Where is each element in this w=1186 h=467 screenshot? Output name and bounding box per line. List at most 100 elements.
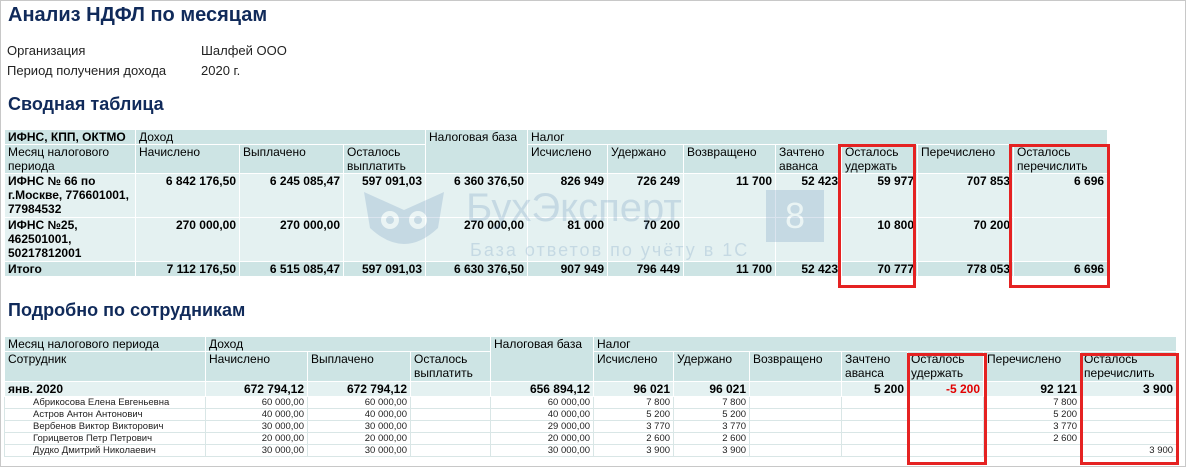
col-left-withhold-header: Осталось удержать (841, 144, 919, 174)
cell-withheld: 70 200 (607, 217, 685, 262)
col-returned-header: Возвращено (683, 144, 777, 174)
cell-calculated: 2 600 (593, 432, 675, 445)
cell-left-transfer (1080, 432, 1178, 445)
cell-calculated: 81 000 (527, 217, 609, 262)
cell-tax-base: 6 360 376,50 (425, 173, 529, 218)
cell-transferred: 2 600 (983, 432, 1082, 445)
month-row[interactable]: янв. 2020 672 794,12 672 794,12 656 894,… (4, 381, 1178, 397)
table-row[interactable]: ИФНС № 66 по г.Москве, 776601001, 779845… (4, 173, 1109, 218)
col-calculated-header: Исчислено (593, 351, 675, 382)
cell-paid: 40 000,00 (307, 408, 411, 421)
cell-calculated: 3 770 (593, 420, 675, 433)
col-transferred-header: Перечислено (983, 351, 1082, 382)
org-label: Организация (7, 43, 86, 58)
cell-tax-base: 30 000,00 (490, 444, 595, 457)
total-row[interactable]: Итого 7 112 176,50 6 515 085,47 597 091,… (4, 261, 1109, 277)
cell-withheld: 2 600 (673, 432, 751, 445)
cell-transferred: 7 800 (983, 396, 1082, 409)
cell-advance (841, 444, 909, 457)
cell-transferred: 92 121 (983, 381, 1082, 397)
col-left-transfer-header: Осталось перечислить (1013, 144, 1109, 174)
employee-row[interactable]: Горицветов Петр Петрович 20 000,00 20 00… (4, 432, 1178, 445)
cell-accrued: 6 842 176,50 (135, 173, 240, 218)
period-value[interactable]: 2020 г. (201, 63, 240, 78)
cell-returned (749, 432, 843, 445)
cell-advance (775, 217, 843, 262)
col-employee-header: Сотрудник (4, 351, 206, 382)
cell-advance: 5 200 (841, 381, 909, 397)
cell-left-transfer (1080, 408, 1178, 421)
cell-left-withhold: 59 977 (841, 173, 919, 218)
cell-paid: 6 515 085,47 (239, 261, 344, 277)
col-left-to-pay-header: Осталось выплатить (409, 351, 492, 382)
details-table: Месяц налогового периода Доход Налоговая… (4, 336, 1178, 457)
col-left-to-pay-header: Осталось выплатить (342, 144, 427, 174)
cell-returned (683, 217, 777, 262)
employee-row[interactable]: Дудко Дмитрий Николаевич 30 000,00 30 00… (4, 444, 1178, 457)
cell-paid: 30 000,00 (307, 444, 411, 457)
cell-left-withhold (907, 408, 985, 421)
cell-left-transfer: 3 900 (1080, 381, 1178, 397)
cell-transferred: 3 770 (983, 420, 1082, 433)
cell-left-withhold (907, 396, 985, 409)
cell-tax-base: 6 630 376,50 (425, 261, 529, 277)
cell-transferred: 5 200 (983, 408, 1082, 421)
col-paid-header: Выплачено (307, 351, 411, 382)
cell-transferred (983, 444, 1082, 457)
month-label: янв. 2020 (4, 381, 206, 397)
cell-accrued: 40 000,00 (205, 408, 308, 421)
details-heading: Подробно по сотрудникам (8, 300, 246, 320)
cell-tax-base: 270 000,00 (425, 217, 529, 262)
cell-returned (749, 444, 843, 457)
employee-row[interactable]: Абрикосова Елена Евгеньевна 60 000,00 60… (4, 396, 1178, 409)
col-tax-base-header: Налоговая база (490, 336, 595, 382)
cell-accrued: 7 112 176,50 (135, 261, 240, 277)
col-month-header: Месяц налогового периода (4, 144, 136, 174)
col-tax-header: Налог (593, 336, 1178, 352)
cell-left-withhold: -5 200 (907, 381, 985, 397)
col-calculated-header: Исчислено (527, 144, 609, 174)
cell-left-withhold: 70 777 (841, 261, 919, 277)
period-label: Период получения дохода (7, 63, 167, 78)
col-advance-header: Зачтено аванса (841, 351, 909, 382)
col-transferred-header: Перечислено (917, 144, 1015, 174)
cell-left-to-pay (409, 420, 492, 433)
employee-row[interactable]: Астров Антон Антонович 40 000,00 40 000,… (4, 408, 1178, 421)
cell-returned: 11 700 (683, 261, 777, 277)
col-left-withhold-header: Осталось удержать (907, 351, 985, 382)
cell-calculated: 826 949 (527, 173, 609, 218)
cell-paid: 6 245 085,47 (239, 173, 344, 218)
col-withheld-header: Удержано (607, 144, 685, 174)
cell-advance: 52 423 (775, 173, 843, 218)
cell-withheld: 5 200 (673, 408, 751, 421)
col-ifns-header: ИФНС, КПП, ОКТМО (4, 129, 136, 145)
col-returned-header: Возвращено (749, 351, 843, 382)
employee-row[interactable]: Вербенов Виктор Викторович 30 000,00 30 … (4, 420, 1178, 433)
cell-left-transfer (1013, 217, 1109, 262)
table-row[interactable]: ИФНС №25, 462501001, 50217812001 270 000… (4, 217, 1109, 262)
cell-left-withhold (907, 444, 985, 457)
cell-calculated: 7 800 (593, 396, 675, 409)
cell-tax-base: 20 000,00 (490, 432, 595, 445)
cell-calculated: 907 949 (527, 261, 609, 277)
cell-left-transfer: 3 900 (1080, 444, 1178, 457)
cell-left-withhold (907, 432, 985, 445)
cell-left-to-pay (342, 217, 427, 262)
cell-paid: 60 000,00 (307, 396, 411, 409)
cell-left-to-pay: 597 091,03 (342, 173, 427, 218)
cell-transferred: 707 853 (917, 173, 1015, 218)
employee-name: Астров Антон Антонович (4, 408, 206, 421)
cell-withheld: 796 449 (607, 261, 685, 277)
col-left-transfer-header: Осталось перечислить (1080, 351, 1178, 382)
cell-left-withhold: 10 800 (841, 217, 919, 262)
ifns-name: ИФНС № 66 по г.Москве, 776601001, 779845… (4, 173, 136, 218)
details-group-header: Месяц налогового периода Доход Налоговая… (4, 336, 1178, 382)
org-value[interactable]: Шалфей ООО (201, 43, 287, 58)
col-month-header: Месяц налогового периода (4, 336, 206, 352)
employee-name: Горицветов Петр Петрович (4, 432, 206, 445)
cell-paid: 672 794,12 (307, 381, 411, 397)
col-tax-base-header: Налоговая база (425, 129, 529, 174)
cell-returned: 11 700 (683, 173, 777, 218)
cell-left-transfer (1080, 396, 1178, 409)
cell-transferred: 70 200 (917, 217, 1015, 262)
